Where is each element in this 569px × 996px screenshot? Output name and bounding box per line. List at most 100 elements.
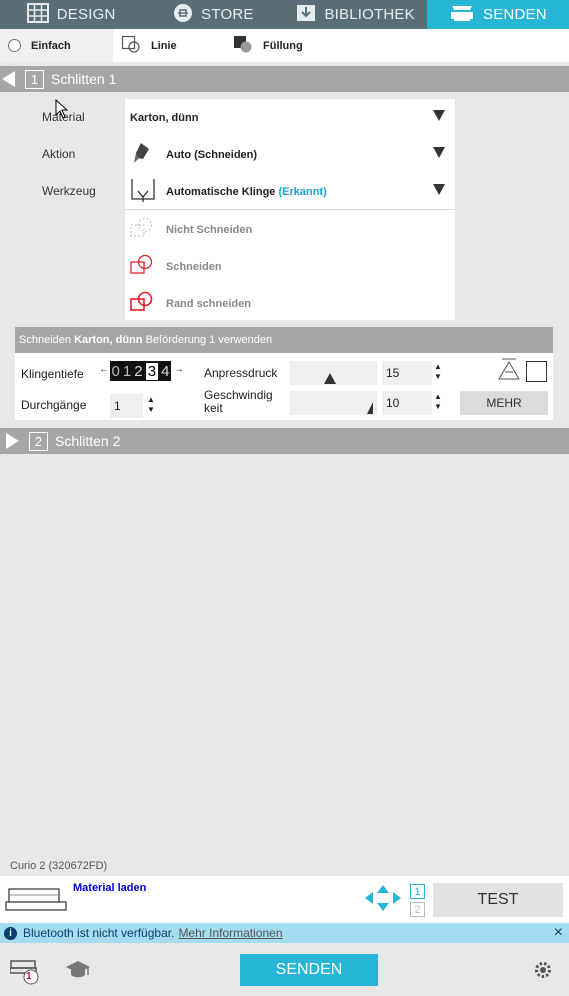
more-button[interactable]: MEHR (460, 391, 548, 415)
settings-material: Karton, dünn (74, 334, 143, 346)
carriage-2-select[interactable]: 2 (410, 902, 425, 917)
mode-line[interactable]: Linie (113, 29, 225, 62)
collapse-arrow-icon[interactable] (2, 71, 15, 87)
action-dropdown[interactable]: Auto (Schneiden) (125, 136, 455, 173)
carriage-2-title: Schlitten 2 (55, 433, 121, 449)
blade-digit-selected: 3 (145, 362, 159, 380)
mode-fill[interactable]: Füllung (225, 29, 345, 62)
library-download-icon (296, 3, 316, 27)
passes-stepper[interactable]: ▲ ▼ (146, 395, 156, 415)
passes-input[interactable]: 1 (110, 394, 143, 418)
edge-cut-label: Rand schneiden (166, 297, 251, 310)
settings-prefix: Schneiden (19, 334, 71, 346)
blade-depth-dial[interactable]: 0 1 2 3 4 (110, 361, 171, 381)
option-cut[interactable]: Schneiden (125, 248, 455, 285)
move-arrows-icon[interactable] (364, 884, 402, 915)
mode-simple[interactable]: Einfach (0, 29, 113, 62)
mode-selector: Einfach Linie Füllung (0, 29, 569, 62)
plotter-device-icon (5, 885, 67, 916)
checkbox[interactable] (526, 361, 547, 382)
gear-icon[interactable] (533, 960, 553, 983)
dropdown-arrow-icon (433, 110, 445, 121)
expand-arrow-icon[interactable] (6, 433, 19, 449)
tool-detected: (Erkannt) (278, 185, 327, 198)
carriage-number-badge: 2 (29, 431, 48, 451)
tab-design[interactable]: DESIGN (0, 0, 142, 29)
option-no-cut[interactable]: Nicht Schneiden (125, 211, 455, 248)
cut-settings-panel: Klingentiefe ← 0 1 2 3 4 → Anpressdruck … (15, 353, 553, 420)
left-arrow-icon[interactable]: ← (99, 364, 109, 375)
carriage-number-badge: 1 (25, 69, 44, 89)
tab-store-label: STORE (201, 6, 254, 23)
material-panel: Karton, dünn Auto (Schneiden) Automatisc… (125, 99, 455, 320)
mode-line-label: Linie (151, 39, 177, 52)
load-material-button[interactable]: Material laden (73, 882, 146, 894)
cut-settings-header: Schneiden Karton, dünn Beförderung 1 ver… (15, 327, 553, 353)
material-dropdown[interactable]: Karton, dünn (125, 99, 455, 136)
tab-store[interactable]: STORE (142, 0, 284, 29)
dropdown-arrow-icon (433, 184, 445, 195)
blade-digit: 2 (134, 362, 143, 380)
mode-simple-label: Einfach (31, 39, 71, 52)
device-name: Curio 2 (320672FD) (10, 860, 108, 872)
passes-label: Durchgänge (21, 398, 87, 412)
tool-dropdown[interactable]: Automatische Klinge (Erkannt) (125, 173, 455, 210)
divider (125, 209, 455, 210)
mouse-cursor-icon (55, 98, 69, 122)
cut-label: Schneiden (166, 260, 222, 273)
tab-library-label: BIBLIOTHEK (324, 6, 415, 23)
send-button[interactable]: SENDEN (240, 954, 378, 986)
pressure-stepper[interactable]: ▲ ▼ (433, 362, 443, 382)
speed-input[interactable]: 10 (382, 391, 432, 415)
carriage-1-select[interactable]: 1 (410, 884, 425, 899)
store-icon (173, 3, 193, 27)
slider-thumb[interactable] (367, 402, 373, 414)
speed-stepper[interactable]: ▲ ▼ (433, 392, 443, 412)
footer-bar: 1 SENDEN (0, 943, 569, 996)
cut-position-icon[interactable] (497, 358, 521, 385)
right-arrow-icon[interactable]: → (174, 364, 184, 375)
more-info-link[interactable]: Mehr Informationen (178, 926, 282, 940)
action-label: Aktion (42, 147, 76, 161)
bluetooth-message: Bluetooth ist nicht verfügbar. (23, 926, 175, 940)
blade-digit: 0 (111, 362, 120, 380)
radio-button[interactable] (8, 39, 21, 52)
settings-suffix: Beförderung 1 verwenden (145, 334, 273, 346)
tab-library[interactable]: BIBLIOTHEK (285, 0, 427, 29)
tab-send-label: SENDEN (483, 6, 547, 23)
line-mode-icon (121, 35, 141, 56)
device-control-row: Material laden 1 2 TEST (0, 876, 569, 923)
speed-label: Geschwindigkeit (204, 388, 273, 415)
blade-digit: 4 (161, 362, 170, 380)
slider-thumb[interactable] (324, 373, 336, 384)
tab-send[interactable]: SENDEN (426, 0, 569, 29)
pressure-label: Anpressdruck (204, 366, 278, 380)
grid-icon (26, 2, 49, 27)
edge-cut-icon (130, 291, 156, 316)
fill-mode-icon (233, 35, 253, 56)
cut-icon (130, 254, 156, 279)
plotter-status-icon[interactable] (9, 959, 40, 988)
action-value: Auto (Schneiden) (166, 148, 258, 161)
no-cut-icon (130, 217, 156, 242)
blade-digit: 1 (122, 362, 132, 380)
test-button[interactable]: TEST (433, 883, 563, 917)
pressure-slider[interactable] (290, 361, 377, 385)
speed-slider[interactable] (290, 391, 377, 415)
info-icon: i (4, 926, 17, 940)
tool-label: Werkzeug (42, 184, 96, 198)
carriage-1-header[interactable]: 1 Schlitten 1 (0, 66, 569, 92)
blade-holder-icon (130, 177, 156, 208)
close-icon[interactable]: × (554, 924, 563, 942)
option-edge-cut[interactable]: Rand schneiden (125, 285, 455, 322)
mode-fill-label: Füllung (263, 39, 303, 52)
carriage-1-title: Schlitten 1 (51, 71, 117, 87)
material-value: Karton, dünn (130, 111, 199, 124)
top-tab-bar: DESIGN STORE BIBLIOTHEK SENDEN (0, 0, 569, 29)
bluetooth-notice: i Bluetooth ist nicht verfügbar. Mehr In… (0, 923, 569, 943)
tool-value-row: Automatische Klinge (Erkannt) (166, 186, 327, 198)
carriage-2-header[interactable]: 2 Schlitten 2 (0, 428, 569, 454)
pressure-input[interactable]: 15 (382, 361, 432, 385)
tutorial-icon[interactable] (65, 960, 91, 983)
plotter-icon (449, 3, 475, 27)
